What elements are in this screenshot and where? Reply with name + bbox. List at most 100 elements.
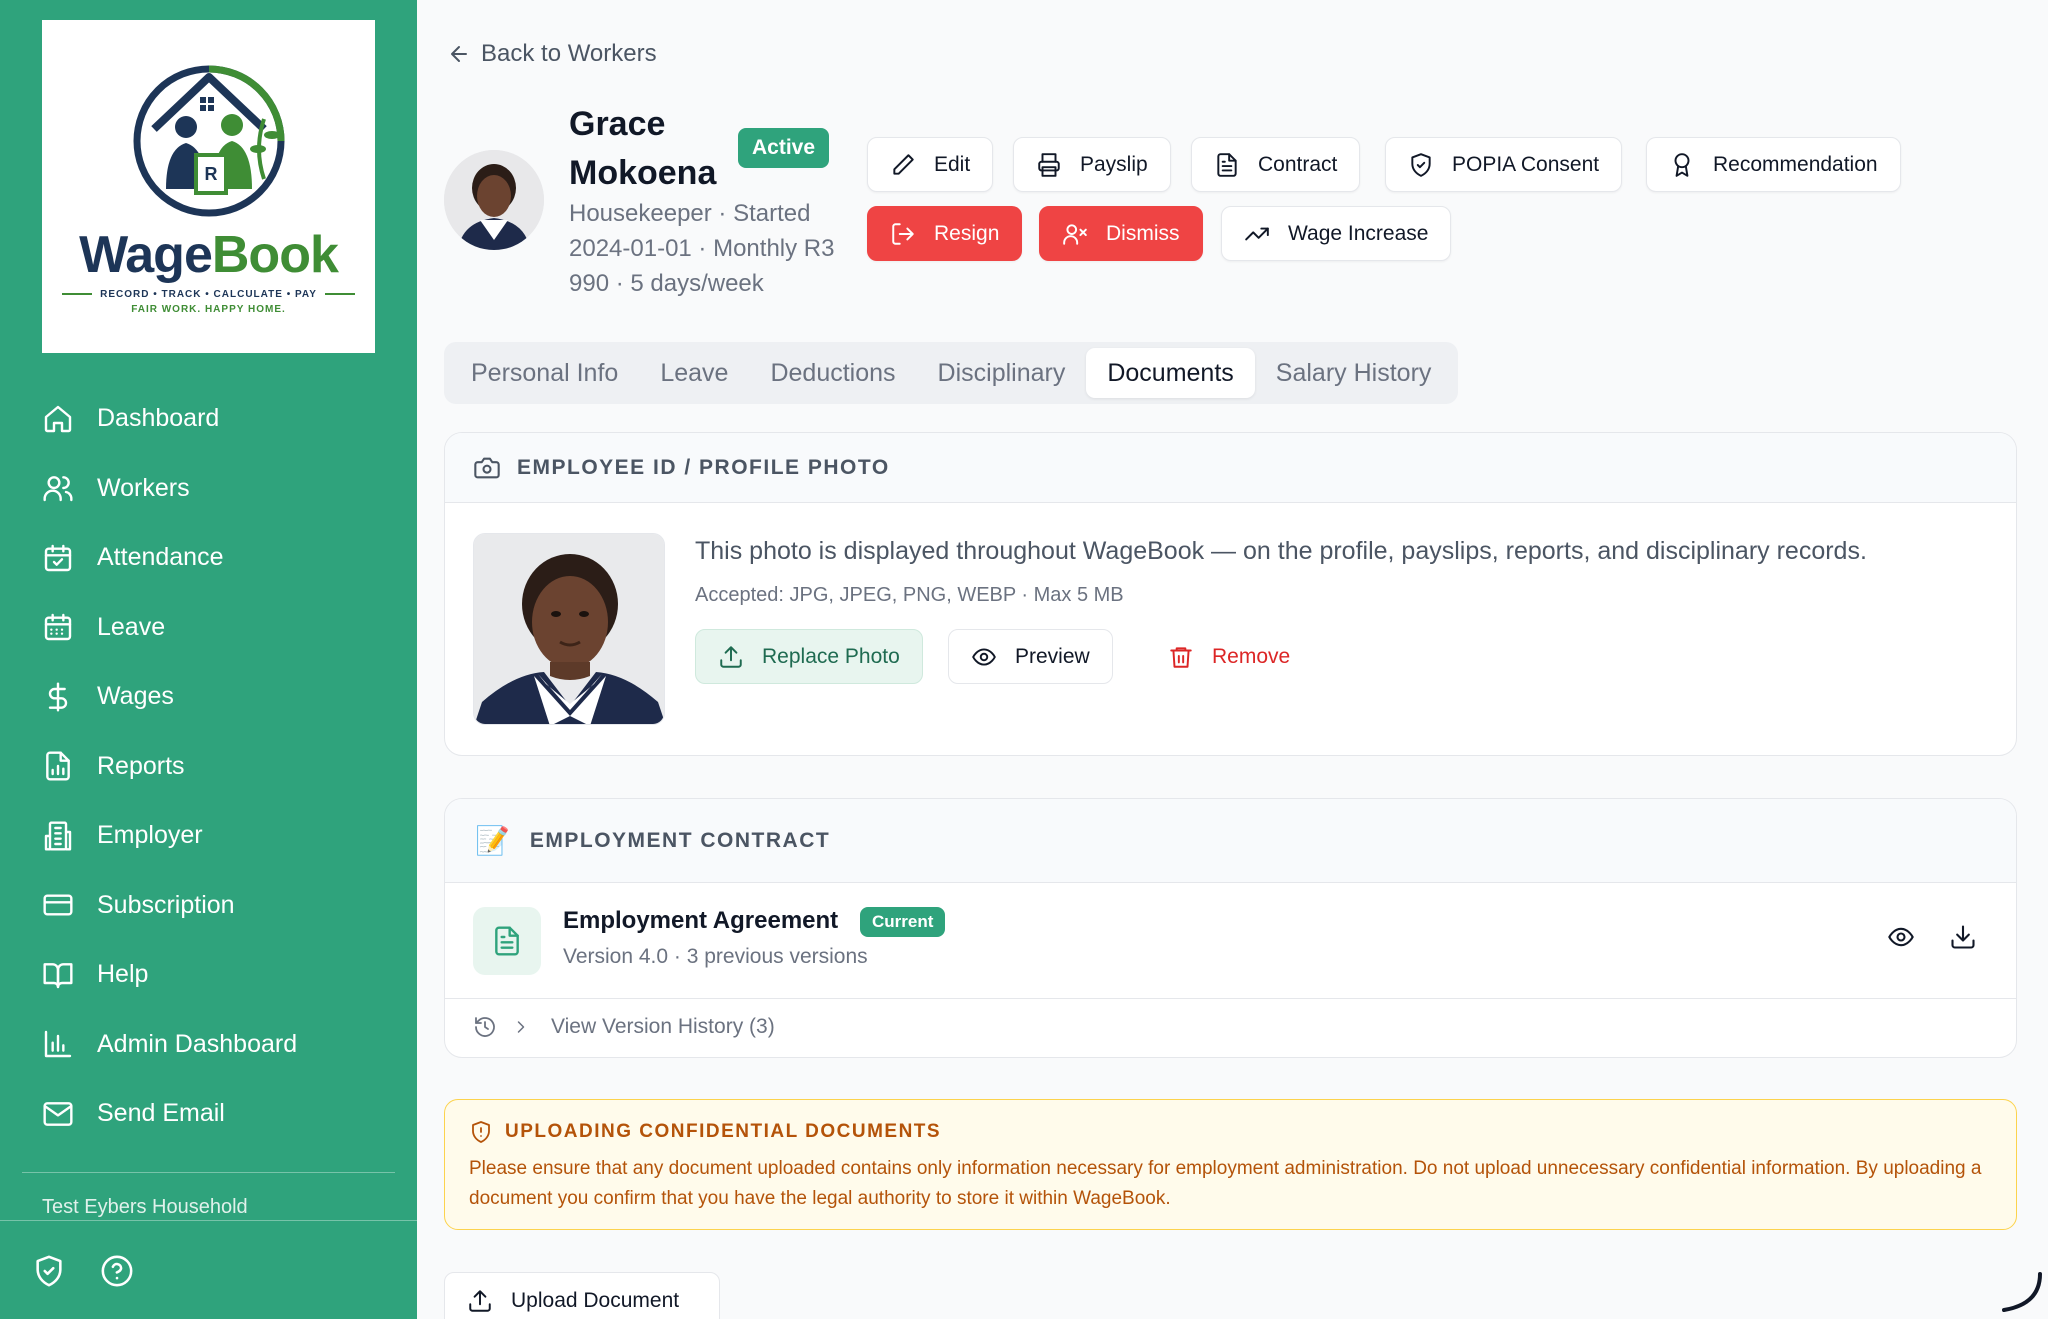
building-icon (44, 821, 72, 851)
tab-salary-history[interactable]: Salary History (1255, 348, 1453, 398)
home-icon (44, 405, 72, 432)
worker-avatar (444, 150, 544, 250)
report-icon (46, 751, 70, 781)
card-title: EMPLOYMENT CONTRACT (529, 828, 831, 852)
warning-body: Please ensure that any document uploaded… (469, 1158, 1982, 1209)
replace-photo-button[interactable]: Replace Photo (695, 629, 923, 684)
sidebar-item-label: Subscription (97, 890, 235, 919)
file-text-icon (495, 926, 519, 956)
help-button[interactable] (100, 1254, 134, 1288)
profile-photo-card: EMPLOYEE ID / PROFILE PHOTO This photo i… (444, 432, 2017, 756)
photo-description: This photo is displayed throughout WageB… (695, 537, 1867, 565)
sidebar-item-leave[interactable]: Leave (0, 593, 417, 663)
file-text-icon (1217, 152, 1237, 177)
users-icon (43, 476, 73, 502)
sidebar-item-admin-dashboard[interactable]: Admin Dashboard (0, 1010, 417, 1080)
household-name: Test Eybers Household (42, 1196, 248, 1218)
contract-button[interactable]: Contract (1191, 137, 1361, 192)
download-icon (1951, 925, 1975, 949)
sidebar-item-dashboard[interactable]: Dashboard (0, 384, 417, 454)
document-icon-box (473, 907, 541, 975)
user-x-icon (1063, 223, 1087, 245)
profile-photo[interactable] (473, 533, 665, 725)
tab-personal-info[interactable]: Personal Info (450, 348, 639, 398)
warning-title-row: UPLOADING CONFIDENTIAL DOCUMENTS (469, 1120, 1992, 1144)
printer-icon (1038, 152, 1060, 177)
sidebar-item-workers[interactable]: Workers (0, 454, 417, 524)
wage-increase-button[interactable]: Wage Increase (1221, 206, 1452, 261)
sidebar-item-label: Admin Dashboard (97, 1029, 298, 1058)
sidebar-footer-divider (0, 1220, 417, 1221)
tab-leave[interactable]: Leave (639, 348, 749, 398)
logo-wordmark: WageBook (79, 225, 339, 284)
document-title: Employment Agreement (563, 907, 839, 934)
worker-meta: Housekeeper · Started 2024-01-01 · Month… (569, 200, 835, 297)
help-circle-icon (101, 1255, 133, 1287)
calendar-check-icon (44, 544, 72, 571)
calendar-icon (44, 614, 72, 641)
edit-button[interactable]: Edit (867, 137, 994, 192)
sidebar-item-label: Attendance (97, 543, 224, 572)
log-out-icon (892, 222, 914, 245)
pencil-icon (893, 153, 914, 175)
arrow-left-icon (451, 46, 467, 62)
sidebar-item-subscription[interactable]: Subscription (0, 871, 417, 941)
sidebar-item-label: Leave (97, 612, 166, 641)
logo-tagline: RECORD • TRACK • CALCULATE • PAY (62, 289, 355, 300)
wagebook-logo[interactable]: R WageBook RECORD • TRACK • CALCULATE • … (42, 20, 375, 353)
chevron-right-icon (517, 1021, 525, 1033)
upload-icon (720, 645, 742, 668)
sidebar-item-reports[interactable]: Reports (0, 732, 417, 802)
eye-icon (1888, 927, 1914, 947)
shield-check-icon (1411, 152, 1431, 177)
resign-button[interactable]: Resign (867, 206, 1023, 261)
sidebar-item-label: Dashboard (97, 404, 220, 433)
tab-documents[interactable]: Documents (1086, 348, 1255, 398)
sidebar-item-label: Send Email (97, 1099, 225, 1128)
remove-photo-button[interactable]: Remove (1145, 629, 1313, 684)
tab-deductions[interactable]: Deductions (749, 348, 916, 398)
sidebar-item-employer[interactable]: Employer (0, 801, 417, 871)
worker-tabs: Personal Info Leave Deductions Disciplin… (444, 342, 1459, 404)
shield-check-icon (36, 1255, 62, 1287)
sidebar-item-label: Workers (97, 473, 190, 502)
back-link-label: Back to Workers (481, 40, 657, 67)
sidebar-item-label: Employer (97, 821, 203, 850)
preview-photo-button[interactable]: Preview (948, 629, 1113, 684)
payslip-button[interactable]: Payslip (1013, 137, 1171, 192)
bar-chart-icon (44, 1031, 72, 1058)
employment-contract-card: 📝 EMPLOYMENT CONTRACT Employment Agreeme… (444, 798, 2017, 1058)
worker-name: Grace Mokoena (569, 105, 717, 192)
sidebar-divider (22, 1172, 395, 1173)
photo-accepted-formats: Accepted: JPG, JPEG, PNG, WEBP · Max 5 M… (695, 584, 1124, 606)
card-title: EMPLOYEE ID / PROFILE PHOTO (517, 455, 890, 479)
recommendation-button[interactable]: Recommendation (1646, 137, 1901, 192)
sidebar-item-attendance[interactable]: Attendance (0, 523, 417, 593)
contract-document-row: Employment Agreement Current Version 4.0… (445, 883, 2016, 999)
camera-icon (474, 457, 500, 478)
popia-consent-button[interactable]: POPIA Consent (1385, 137, 1623, 192)
shield-alert-icon (472, 1121, 490, 1143)
dismiss-button[interactable]: Dismiss (1039, 206, 1203, 261)
sidebar-item-wages[interactable]: Wages (0, 662, 417, 732)
dollar-icon (48, 682, 68, 712)
eye-icon (972, 647, 996, 666)
profile-photo-image (474, 534, 664, 724)
history-icon (475, 1017, 495, 1037)
sidebar-item-help[interactable]: Help (0, 940, 417, 1010)
profile-photo-card-header: EMPLOYEE ID / PROFILE PHOTO (445, 433, 2016, 503)
sidebar-item-label: Wages (97, 682, 174, 711)
trending-up-icon (1245, 227, 1269, 240)
version-history-label: View Version History (3) (551, 1015, 775, 1038)
back-to-workers-link[interactable]: Back to Workers (447, 40, 657, 68)
upload-document-button[interactable]: Upload Document (444, 1272, 720, 1319)
sidebar-item-send-email[interactable]: Send Email (0, 1079, 417, 1149)
download-contract-button[interactable] (1945, 919, 1981, 955)
svg-text:R: R (204, 164, 217, 184)
privacy-shield-button[interactable] (32, 1254, 66, 1288)
version-history-toggle[interactable]: View Version History (3) (445, 999, 2016, 1055)
tab-disciplinary[interactable]: Disciplinary (917, 348, 1087, 398)
view-contract-button[interactable] (1883, 919, 1919, 955)
trash-icon (1170, 646, 1192, 668)
book-icon (43, 962, 73, 988)
